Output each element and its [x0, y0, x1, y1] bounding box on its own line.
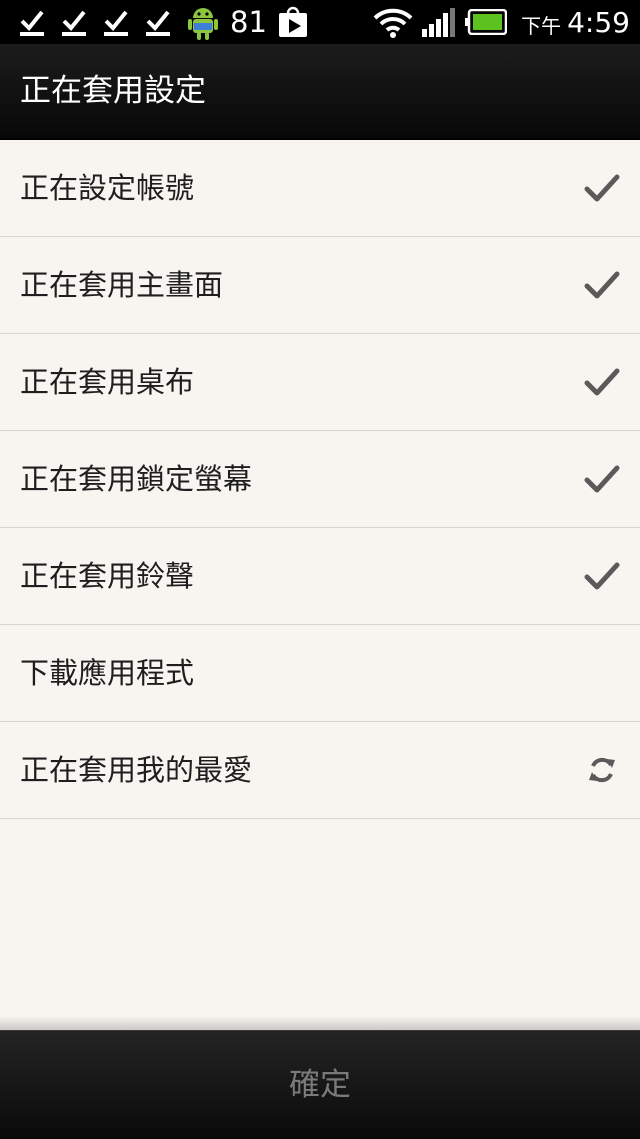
checkmark-icon [584, 174, 620, 202]
step-label: 下載應用程式 [20, 656, 195, 690]
confirm-button[interactable]: 確定 [0, 1031, 640, 1139]
clock-time: 4:59 [567, 5, 630, 39]
sync-icon [589, 757, 615, 783]
checkbox-notification-icon [62, 10, 86, 36]
notification-count: 81 [230, 5, 267, 39]
status-bar-system: 下午 4:59 [373, 0, 630, 44]
checkbox-notification-icon [104, 10, 128, 36]
step-label: 正在套用主畫面 [20, 268, 224, 302]
step-label: 正在設定帳號 [20, 171, 195, 205]
step-label: 正在套用鎖定螢幕 [20, 462, 253, 496]
battery-icon [465, 9, 508, 35]
footer-bar: 確定 [0, 1030, 640, 1139]
list-item: 下載應用程式 [0, 625, 640, 722]
footer-shadow [0, 1016, 640, 1030]
checkmark-icon [584, 562, 620, 590]
page-title: 正在套用設定 [20, 73, 206, 109]
list-item: 正在套用桌布 [0, 334, 640, 431]
status-bar: 81 下午 4:59 [0, 0, 640, 44]
list-item: 正在套用鈴聲 [0, 528, 640, 625]
clock-ampm: 下午 [521, 13, 562, 38]
play-store-icon [278, 6, 307, 37]
title-bar: 正在套用設定 [0, 44, 640, 140]
checkbox-notification-icon [20, 10, 44, 36]
step-label: 正在套用鈴聲 [20, 559, 195, 593]
checkmark-icon [584, 368, 620, 396]
signal-icon [422, 8, 456, 37]
list-item: 正在套用我的最愛 [0, 722, 640, 819]
setup-steps-list: 正在設定帳號 正在套用主畫面 正在套用桌布 正在套用鎖定螢幕 正在套用鈴聲 下載… [0, 140, 640, 819]
list-item: 正在套用鎖定螢幕 [0, 431, 640, 528]
android-robot-icon [188, 8, 218, 40]
list-item: 正在設定帳號 [0, 140, 640, 237]
checkbox-notification-icon [146, 10, 170, 36]
checkmark-icon [584, 271, 620, 299]
status-bar-notifications: 81 [18, 0, 309, 44]
checkmark-icon [584, 465, 620, 493]
step-label: 正在套用我的最愛 [20, 753, 253, 787]
wifi-icon [373, 8, 413, 38]
list-item: 正在套用主畫面 [0, 237, 640, 334]
step-label: 正在套用桌布 [20, 365, 195, 399]
